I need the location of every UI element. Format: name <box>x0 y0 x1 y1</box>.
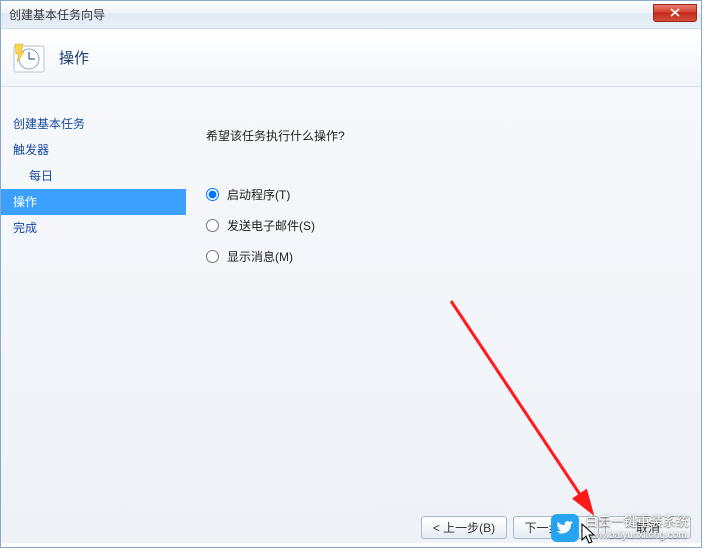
next-button[interactable]: 下一步(N) > <box>513 516 599 539</box>
window-title: 创建基本任务向导 <box>9 6 105 23</box>
question-text: 希望该任务执行什么操作? <box>206 127 681 144</box>
option-label: 显示消息(M) <box>227 248 293 265</box>
sidebar-item-daily[interactable]: 每日 <box>1 163 186 189</box>
option-show-message[interactable]: 显示消息(M) <box>206 248 681 265</box>
body: 创建基本任务 触发器 每日 操作 完成 希望该任务执行什么操作? 启动程序(T)… <box>1 87 701 543</box>
wizard-clock-icon <box>13 42 45 74</box>
option-send-email[interactable]: 发送电子邮件(S) <box>206 217 681 234</box>
close-button[interactable] <box>653 4 697 22</box>
sidebar-item-action[interactable]: 操作 <box>1 189 186 215</box>
option-label: 发送电子邮件(S) <box>227 217 315 234</box>
sidebar-item-finish[interactable]: 完成 <box>1 215 186 241</box>
button-bar: < 上一步(B) 下一步(N) > 取消 <box>421 516 691 539</box>
header-panel: 操作 <box>1 29 701 87</box>
sidebar: 创建基本任务 触发器 每日 操作 完成 <box>1 87 186 543</box>
wizard-window: 创建基本任务向导 操作 创建基本任务 触发器 每日 操作 完成 <box>0 0 702 548</box>
option-start-program[interactable]: 启动程序(T) <box>206 186 681 203</box>
main-panel: 希望该任务执行什么操作? 启动程序(T) 发送电子邮件(S) 显示消息(M) <box>186 87 701 543</box>
radio-show-message[interactable] <box>206 250 219 263</box>
cancel-button[interactable]: 取消 <box>605 516 691 539</box>
radio-start-program[interactable] <box>206 188 219 201</box>
option-label: 启动程序(T) <box>227 186 290 203</box>
back-button[interactable]: < 上一步(B) <box>421 516 507 539</box>
sidebar-item-create-task[interactable]: 创建基本任务 <box>1 111 186 137</box>
titlebar: 创建基本任务向导 <box>1 1 701 29</box>
sidebar-item-trigger[interactable]: 触发器 <box>1 137 186 163</box>
page-title: 操作 <box>59 47 89 68</box>
radio-send-email[interactable] <box>206 219 219 232</box>
close-icon <box>670 8 680 17</box>
